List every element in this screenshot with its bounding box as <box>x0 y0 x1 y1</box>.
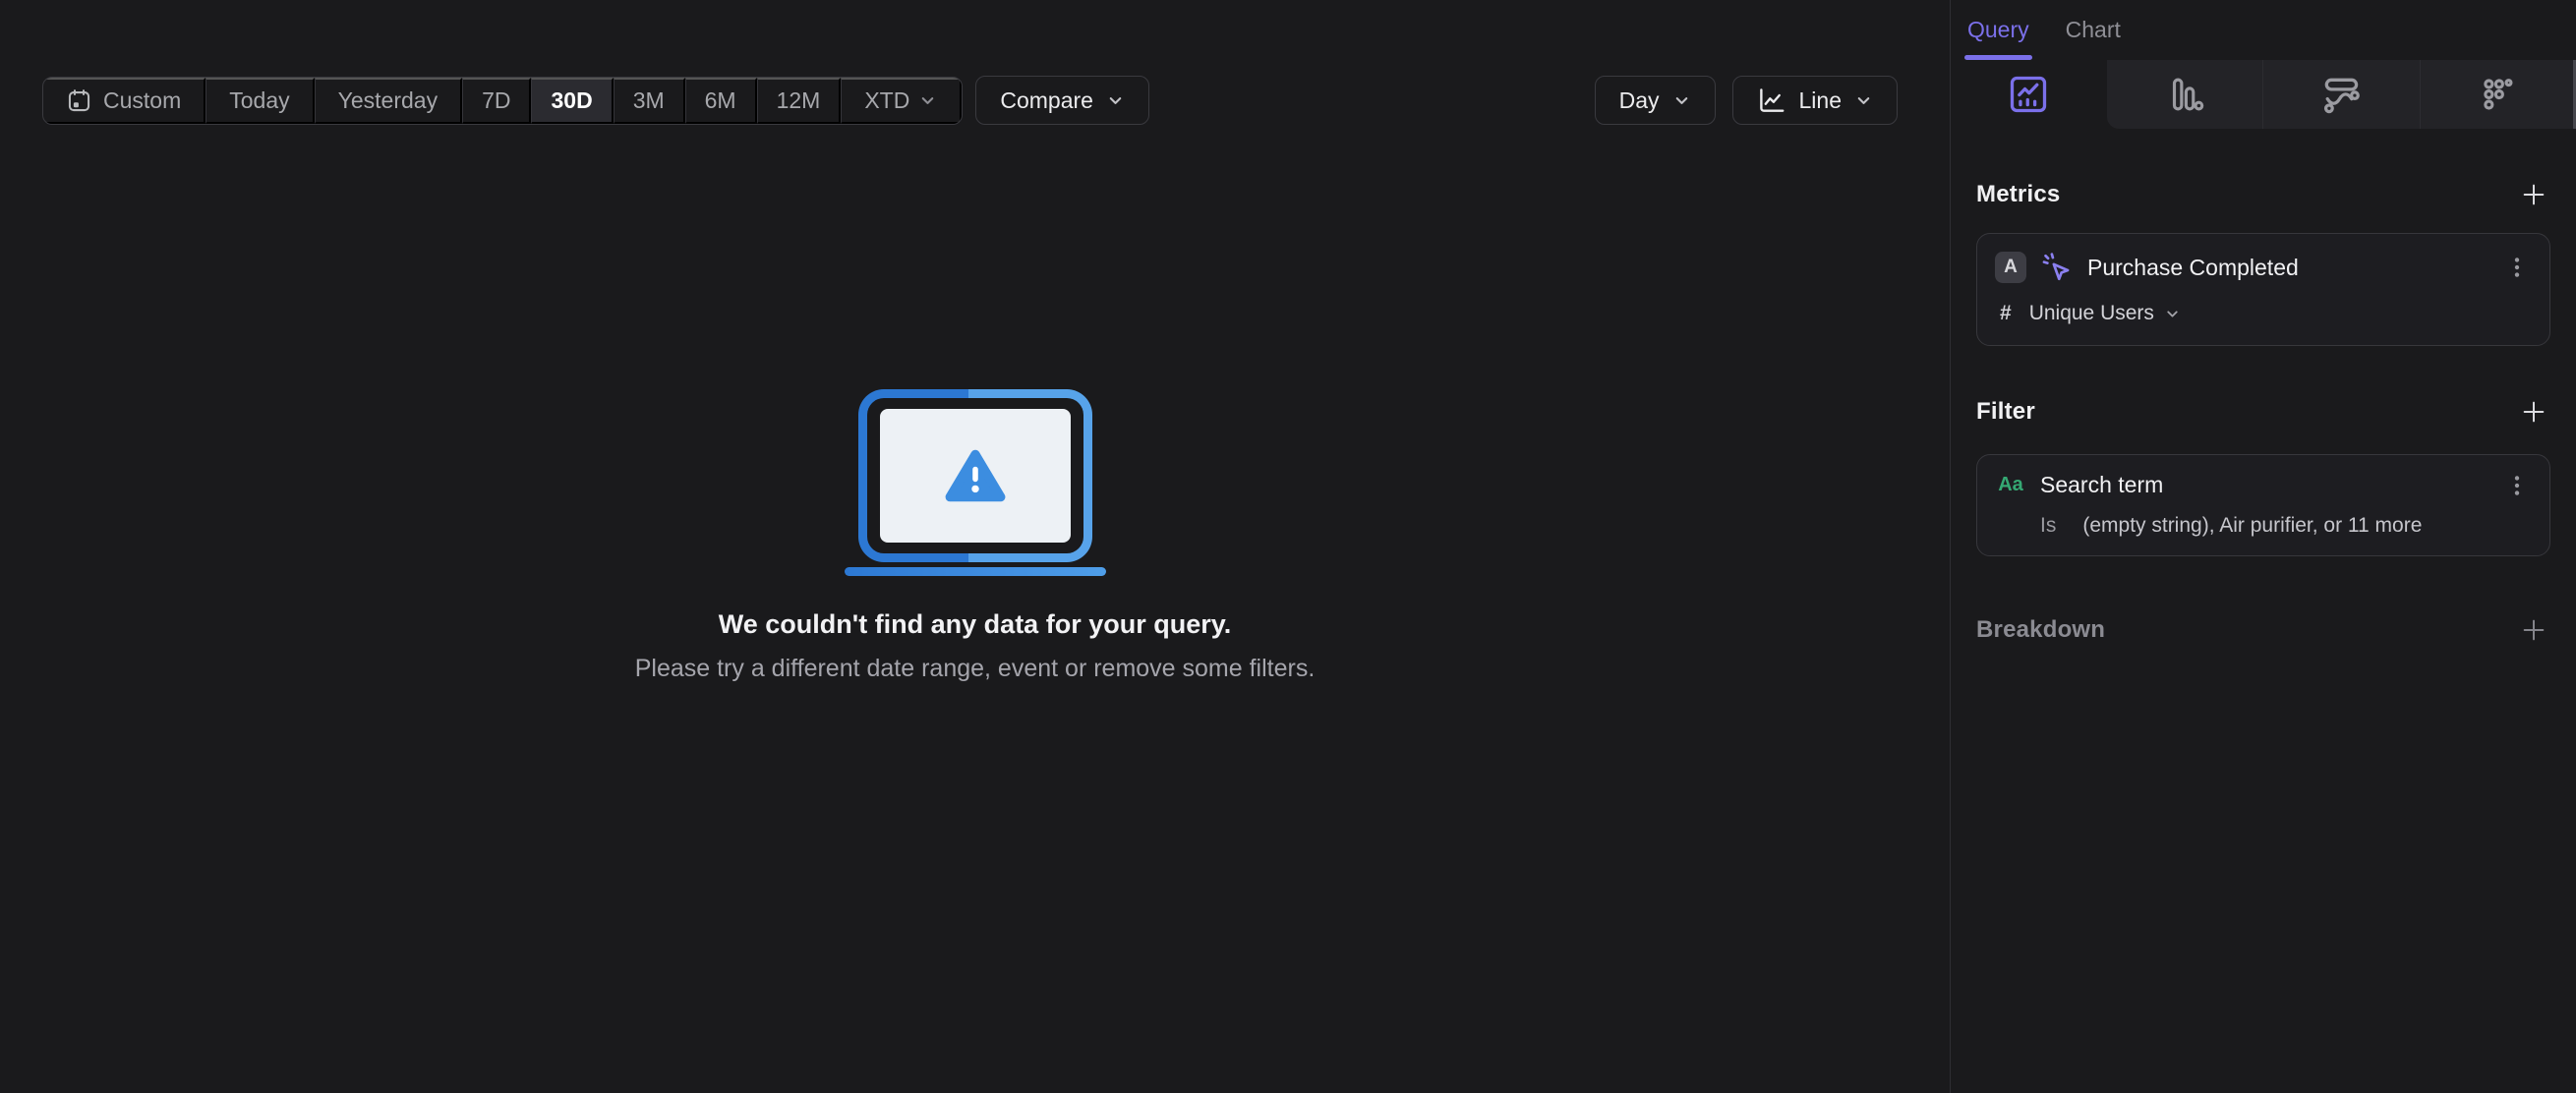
query-builder-content: Metrics A Purchase Completed # Unique Us… <box>1951 178 2576 647</box>
funnel-bars-icon <box>2164 74 2205 115</box>
range-xtd-dropdown[interactable]: XTD <box>841 77 963 124</box>
filter-property-button[interactable]: Search term <box>2040 472 2488 498</box>
active-tab-underline <box>1964 55 2032 60</box>
query-builder-sidebar: Query Chart Metrics A Purchase Completed… <box>1950 0 2576 1093</box>
insights-chart-icon <box>2007 73 2050 116</box>
chevron-down-icon <box>918 91 937 110</box>
tab-insights[interactable] <box>1951 60 2107 129</box>
filter-condition-row: Is (empty string), Air purifier, or 11 m… <box>1995 514 2532 538</box>
range-today-button[interactable]: Today <box>205 77 315 124</box>
add-filter-button[interactable] <box>2517 395 2550 429</box>
laptop-body <box>857 389 1092 562</box>
flow-icon <box>2319 73 2363 116</box>
tab-chart[interactable]: Chart <box>2066 0 2121 60</box>
tab-retention[interactable] <box>2419 60 2576 129</box>
empty-state-subtitle: Please try a different date range, event… <box>634 655 1316 682</box>
warning-triangle-icon <box>943 447 1008 504</box>
filter-card: Aa Search term Is (empty string), Air pu… <box>1976 454 2550 556</box>
calendar-icon <box>66 87 92 114</box>
metric-card: A Purchase Completed # Unique Users <box>1976 233 2550 346</box>
range-yesterday-button[interactable]: Yesterday <box>314 77 463 124</box>
filter-options-kebab-icon[interactable] <box>2502 473 2532 498</box>
laptop-screen <box>879 409 1071 543</box>
sidebar-tabs: Query Chart <box>1951 0 2576 60</box>
chevron-down-icon <box>1106 91 1125 110</box>
count-symbol: # <box>2000 302 2012 324</box>
filter-section-header: Filter <box>1976 395 2550 429</box>
laptop-illustration <box>844 389 1106 576</box>
tab-query[interactable]: Query <box>1964 0 2032 60</box>
event-cursor-icon <box>2040 251 2074 284</box>
chevron-down-icon <box>1672 91 1691 110</box>
plus-icon <box>2520 181 2547 208</box>
plus-icon <box>2520 398 2547 426</box>
chevron-down-icon <box>2164 306 2181 322</box>
aggregation-dropdown[interactable]: Unique Users <box>2029 302 2181 325</box>
empty-state-title: We couldn't find any data for your query… <box>718 609 1232 639</box>
plus-icon <box>2520 616 2547 644</box>
filter-heading: Filter <box>1976 398 2035 425</box>
chart-controls: Day Line <box>1594 76 1898 125</box>
metrics-heading: Metrics <box>1976 181 2061 207</box>
range-6m-button[interactable]: 6M <box>684 77 757 124</box>
retention-dots-icon <box>2478 74 2519 115</box>
metric-options-kebab-icon[interactable] <box>2502 255 2532 280</box>
breakdown-section-header: Breakdown <box>1976 613 2550 647</box>
range-30d-button-selected[interactable]: 30D <box>531 77 614 124</box>
tab-funnels[interactable] <box>2106 60 2262 129</box>
main-chart-area: Custom Today Yesterday 7D 30D 3M 6M 12M … <box>0 0 1950 1093</box>
event-name-button[interactable]: Purchase Completed <box>2087 255 2488 281</box>
metric-row: A Purchase Completed <box>1995 251 2532 284</box>
range-12m-button[interactable]: 12M <box>756 77 842 124</box>
metrics-section-header: Metrics <box>1976 178 2550 211</box>
string-property-type-icon: Aa <box>1998 474 2023 495</box>
filter-values-button[interactable]: (empty string), Air purifier, or 11 more <box>2082 514 2422 538</box>
custom-range-button[interactable]: Custom <box>43 77 206 124</box>
interval-dropdown[interactable]: Day <box>1594 76 1716 125</box>
metric-letter-badge: A <box>1995 252 2026 283</box>
line-chart-icon <box>1757 86 1786 115</box>
range-label: Custom <box>103 86 182 113</box>
add-breakdown-button[interactable] <box>2517 613 2550 647</box>
filter-operator-dropdown[interactable]: Is <box>2040 514 2056 538</box>
empty-state: We couldn't find any data for your query… <box>0 389 1950 683</box>
filter-row: Aa Search term <box>1995 472 2532 498</box>
metric-aggregation-row: # Unique Users <box>1995 302 2532 325</box>
report-type-tabs <box>1951 60 2576 129</box>
chevron-down-icon <box>1854 91 1873 110</box>
compare-button[interactable]: Compare <box>975 76 1149 125</box>
range-7d-button[interactable]: 7D <box>462 77 532 124</box>
add-metric-button[interactable] <box>2517 178 2550 211</box>
tab-flows[interactable] <box>2262 60 2420 129</box>
date-range-toolbar: Custom Today Yesterday 7D 30D 3M 6M 12M … <box>42 76 1149 125</box>
laptop-base <box>844 567 1106 576</box>
breakdown-heading: Breakdown <box>1976 616 2106 643</box>
chart-type-dropdown[interactable]: Line <box>1731 76 1898 125</box>
range-3m-button[interactable]: 3M <box>613 77 685 124</box>
date-range-segmented-control: Custom Today Yesterday 7D 30D 3M 6M 12M … <box>42 76 964 125</box>
